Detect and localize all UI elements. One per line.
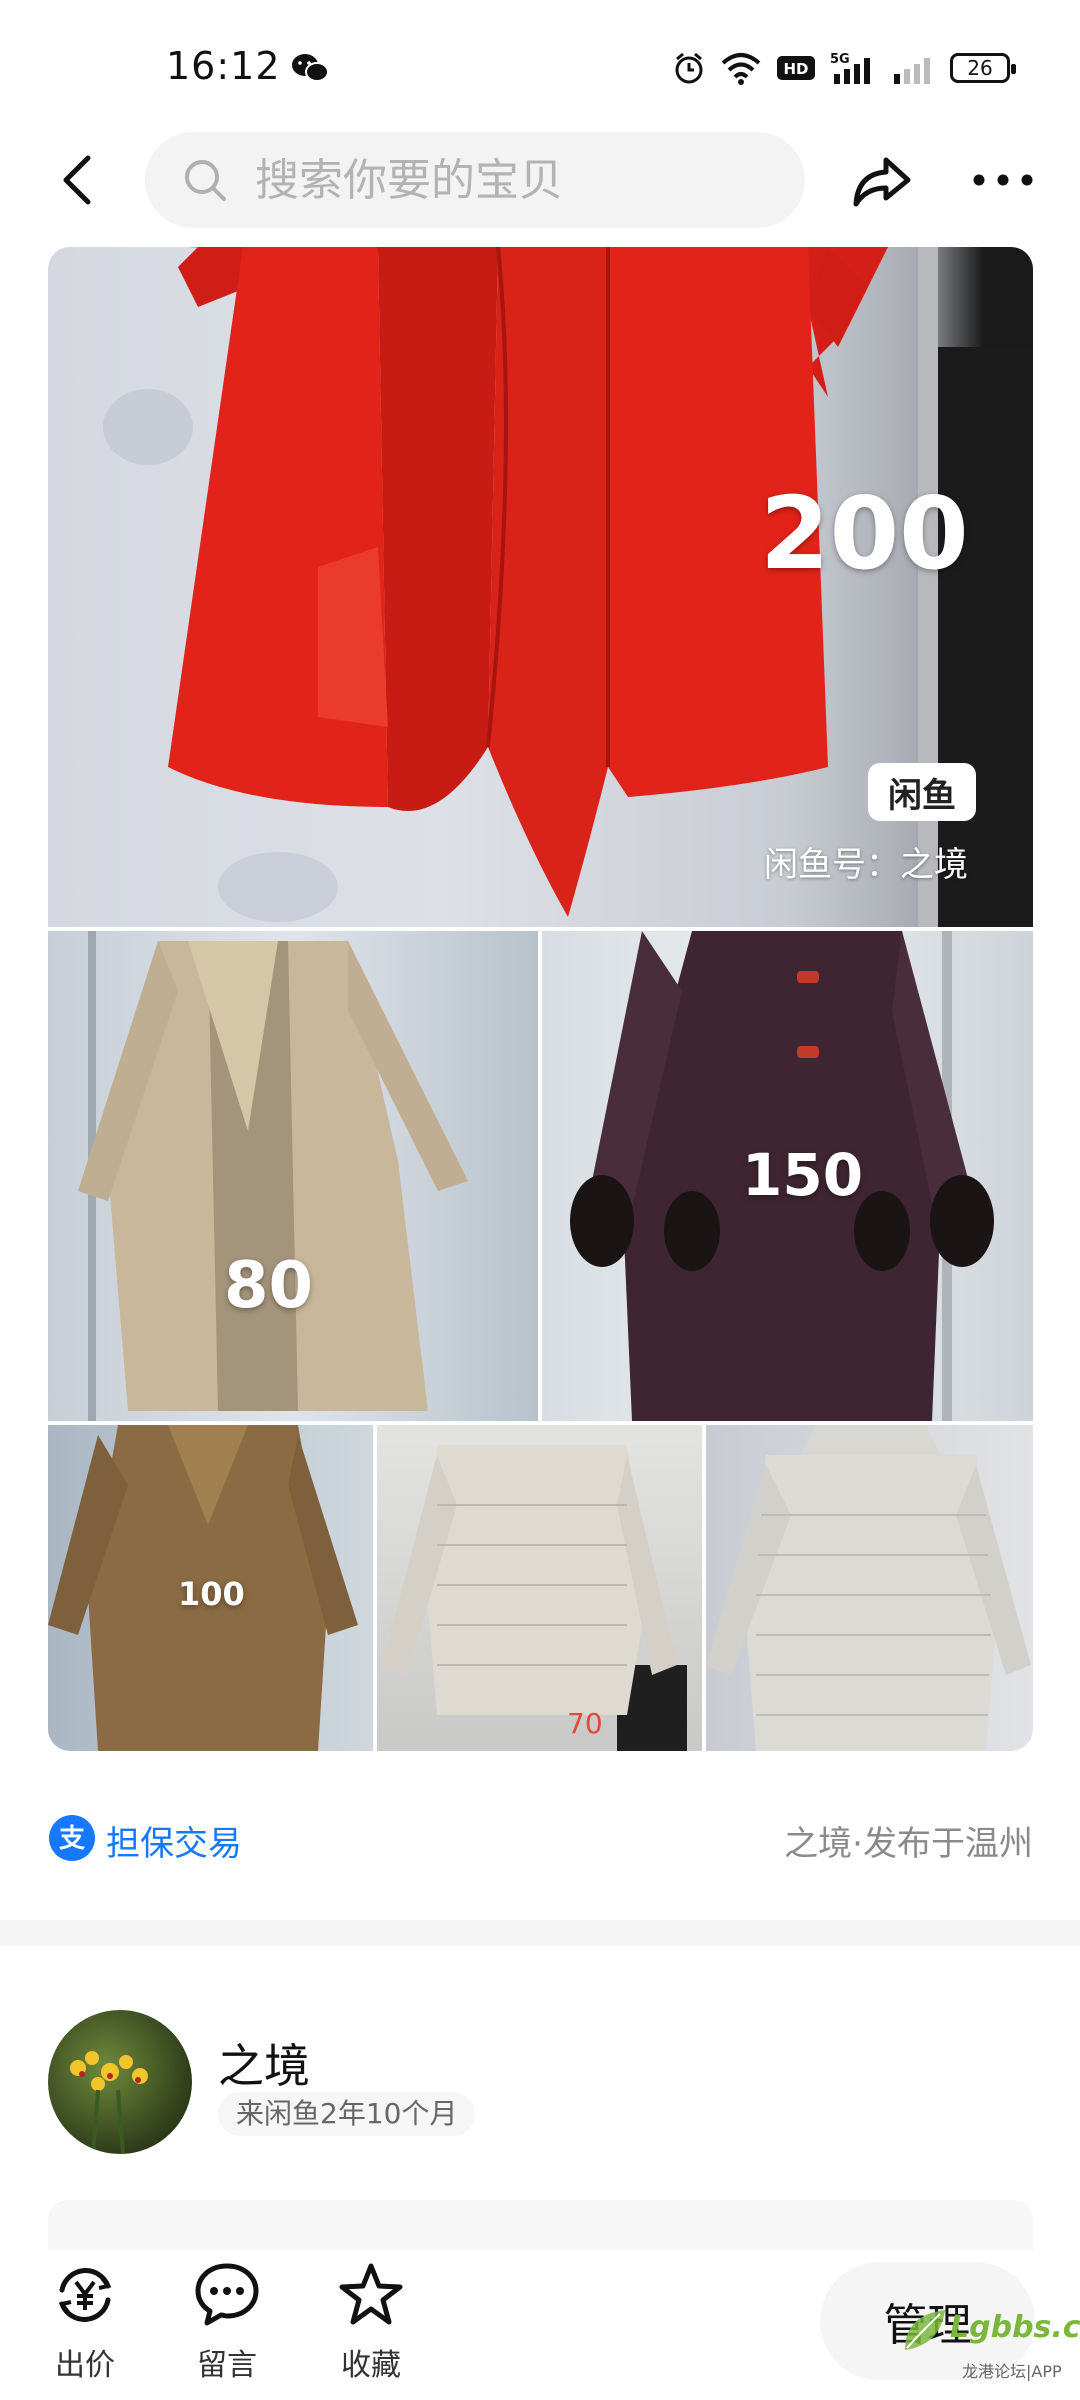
- svg-text:5G: 5G: [830, 52, 850, 67]
- search-icon: [185, 160, 226, 201]
- comment-label: 留言: [197, 2348, 257, 2383]
- price-label-4: 100: [178, 1575, 245, 1613]
- share-icon[interactable]: [848, 148, 914, 214]
- photo-plum-coat[interactable]: 150: [542, 931, 1033, 1421]
- more-icon[interactable]: [968, 150, 1038, 210]
- photo-red-coat[interactable]: 200 闲鱼 闲鱼号：之境: [48, 247, 1033, 927]
- seller-name: 之境: [218, 2039, 310, 2093]
- seller-avatar[interactable]: [48, 2010, 192, 2154]
- avatar-flowers-image: [70, 2051, 148, 2154]
- signal-weak-icon: [894, 58, 930, 84]
- search-input[interactable]: [253, 153, 757, 207]
- silver-puffer-illustration: [706, 1425, 1031, 1751]
- seller-card[interactable]: 之境 来闲鱼2年10个月: [48, 2010, 1033, 2160]
- comment-button[interactable]: 留言: [172, 2260, 282, 2384]
- wifi-icon: [721, 53, 761, 85]
- search-box[interactable]: [145, 132, 805, 228]
- product-photo-collage[interactable]: 200 闲鱼 闲鱼号：之境 80 150 100 70: [48, 247, 1033, 1751]
- guarantee-trade-link[interactable]: 担保交易: [106, 1816, 242, 1865]
- favorite-label: 收藏: [341, 2348, 401, 2383]
- trade-info-row: 支 担保交易 之境·发布于温州: [48, 1810, 1033, 1870]
- wechat-icon: [292, 54, 329, 82]
- status-icons: HD 5G 26: [672, 48, 1016, 88]
- battery-icon: 26: [950, 53, 1016, 83]
- cream-puffer-illustration: [382, 1445, 687, 1751]
- xianyu-logo-badge: 闲鱼: [868, 763, 976, 821]
- seller-tenure-badge: 来闲鱼2年10个月: [218, 2092, 476, 2136]
- status-time: 16:12: [166, 44, 281, 88]
- offer-button[interactable]: 出价: [30, 2260, 140, 2384]
- forum-watermark: Lgbbs.cn 龙港论坛|APP: [890, 2280, 1080, 2400]
- xianyu-logo-text: 闲鱼: [888, 775, 956, 816]
- top-nav: [0, 130, 1080, 230]
- watermark-text: Lgbbs.cn: [950, 2310, 1080, 2345]
- offer-label: 出价: [55, 2348, 115, 2383]
- back-arrow-icon[interactable]: [50, 150, 110, 210]
- alarm-icon: [675, 52, 703, 84]
- publish-location: 之境·发布于温州: [784, 1824, 1033, 1864]
- photo-brown-teddy-coat[interactable]: 100: [48, 1425, 373, 1751]
- svg-text:HD: HD: [783, 60, 808, 78]
- price-label-2: 80: [224, 1249, 314, 1323]
- offer-yuan-icon: [58, 2268, 112, 2322]
- xianyu-id-watermark: 闲鱼号：之境: [764, 845, 968, 885]
- price-label-1: 200: [760, 475, 969, 592]
- svg-text:支: 支: [59, 1824, 85, 1854]
- beige-trench-illustration: [78, 931, 468, 1421]
- status-bar: 16:12 HD 5G 26: [0, 0, 1080, 120]
- signal-5g-icon: 5G: [830, 52, 870, 84]
- watermark-subtext: 龙港论坛|APP: [962, 2362, 1062, 2381]
- photo-silver-hooded-puffer: [706, 1425, 1033, 1751]
- leaf-logo-icon: [905, 2310, 945, 2350]
- favorite-button[interactable]: 收藏: [316, 2260, 426, 2384]
- price-label-3: 150: [742, 1141, 864, 1209]
- photo-cream-puffer[interactable]: 70: [377, 1425, 702, 1751]
- comment-bubble-icon: [195, 2263, 259, 2326]
- price-label-5: 70: [567, 1707, 603, 1740]
- hd-icon: HD: [777, 56, 815, 80]
- star-icon: [339, 2263, 403, 2325]
- alipay-icon: 支: [49, 1815, 95, 1861]
- photo-beige-trench[interactable]: 80: [48, 931, 538, 1421]
- section-divider: [0, 1920, 1080, 1946]
